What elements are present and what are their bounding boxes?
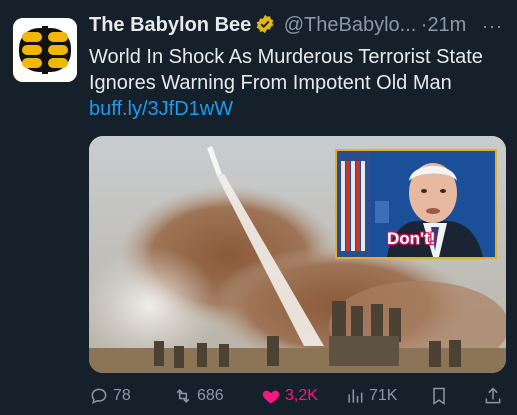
retweet-icon bbox=[176, 389, 190, 403]
like-count: 3,2K bbox=[285, 387, 318, 404]
author-name[interactable]: The Babylon Bee bbox=[89, 14, 251, 36]
inset-caption: Don't! bbox=[387, 229, 436, 248]
tweet-header: The Babylon Bee @TheBabylo... ·21m ··· bbox=[89, 14, 507, 44]
retweet-count: 686 bbox=[197, 387, 224, 404]
reply-button[interactable]: 78 bbox=[89, 383, 131, 409]
bookmark-button[interactable] bbox=[429, 383, 453, 409]
views-icon bbox=[348, 389, 363, 403]
like-button[interactable]: 3,2K bbox=[261, 383, 318, 409]
timestamp[interactable]: 21m bbox=[427, 14, 466, 36]
heart-icon bbox=[262, 390, 280, 404]
views-button[interactable]: 71K bbox=[345, 383, 397, 409]
reply-icon bbox=[91, 388, 107, 405]
author-handle[interactable]: @TheBabylo... bbox=[284, 14, 417, 36]
share-button[interactable] bbox=[483, 383, 507, 409]
tweet-text: World In Shock As Murderous Terrorist St… bbox=[89, 44, 499, 122]
tweet-link[interactable]: buff.ly/3JfD1wW bbox=[89, 98, 233, 120]
retweet-button[interactable]: 686 bbox=[173, 383, 224, 409]
view-count: 71K bbox=[369, 387, 398, 404]
more-icon[interactable]: ··· bbox=[482, 16, 503, 37]
verified-badge-icon bbox=[255, 14, 275, 39]
bee-logo-icon bbox=[13, 18, 77, 82]
tweet-card[interactable]: The Babylon Bee @TheBabylo... ·21m ··· W… bbox=[0, 0, 517, 415]
action-bar: 78 686 3,2K 71K bbox=[89, 383, 509, 409]
tweet-media[interactable]: Don't! bbox=[89, 136, 506, 373]
avatar[interactable] bbox=[13, 18, 77, 82]
bookmark-icon bbox=[433, 387, 445, 405]
biden-inset-photo: Don't! bbox=[335, 149, 497, 259]
reply-count: 78 bbox=[113, 387, 131, 404]
tweet-body: World In Shock As Murderous Terrorist St… bbox=[89, 46, 483, 94]
share-icon bbox=[485, 387, 501, 404]
